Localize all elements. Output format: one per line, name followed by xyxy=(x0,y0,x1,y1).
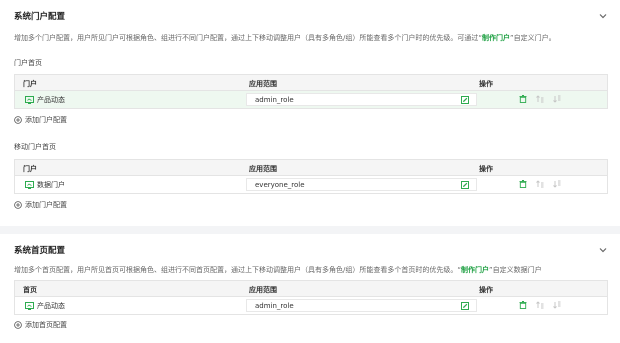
table-header: 门户 应用范围 操作 xyxy=(15,75,607,91)
column-header-scope: 应用范围 xyxy=(249,286,277,294)
row-role: admin_role xyxy=(255,96,294,104)
add-circle-icon xyxy=(14,116,22,124)
column-header-scope: 应用范围 xyxy=(249,165,277,173)
move-up-icon[interactable] xyxy=(536,180,544,188)
portal-icon xyxy=(25,302,34,310)
scope-field[interactable]: admin_role xyxy=(246,299,477,312)
column-header-ops: 操作 xyxy=(479,286,493,294)
portal-icon xyxy=(25,96,34,104)
portal-section-title: 系统门户配置 xyxy=(14,12,66,22)
row-name: 产品动态 xyxy=(37,96,65,104)
move-down-icon[interactable] xyxy=(553,180,561,188)
row-name: 数据门户 xyxy=(37,181,65,189)
column-header-home: 首页 xyxy=(23,286,37,294)
table-row[interactable]: 数据门户 everyone_role xyxy=(15,176,607,193)
mobile-portal-home-label: 移动门户首页 xyxy=(14,143,56,151)
chevron-down-icon[interactable] xyxy=(598,245,608,255)
table-row[interactable]: 产品动态 admin_role xyxy=(15,91,607,108)
row-name: 产品动态 xyxy=(37,302,65,310)
delete-icon[interactable] xyxy=(519,95,527,103)
home-table: 首页 应用范围 操作 产品动态 admin_role xyxy=(14,280,608,315)
delete-icon[interactable] xyxy=(519,301,527,309)
section-divider xyxy=(0,226,620,234)
column-header-scope: 应用范围 xyxy=(249,80,277,88)
portal-icon xyxy=(25,181,34,189)
edit-icon[interactable] xyxy=(461,302,469,310)
delete-icon[interactable] xyxy=(519,180,527,188)
table-header: 门户 应用范围 操作 xyxy=(15,160,607,176)
make-portal-link[interactable]: 制作门户 xyxy=(461,266,489,274)
make-portal-link[interactable]: 制作门户 xyxy=(482,34,510,42)
home-section-title: 系统首页配置 xyxy=(14,246,66,256)
mobile-portal-table: 门户 应用范围 操作 数据门户 everyone_role xyxy=(14,159,608,194)
add-portal-config-button[interactable]: 添加门户配置 xyxy=(14,115,67,125)
move-down-icon[interactable] xyxy=(553,301,561,309)
add-mobile-portal-config-button[interactable]: 添加门户配置 xyxy=(14,200,67,210)
portal-config-section: 系统门户配置 增加多个门户配置，用户所见门户可根据角色、组进行不同门户配置，通过… xyxy=(0,0,620,226)
home-section-description: 增加多个首页配置，用户所见首页可根据角色、组进行不同首页配置，通过上下移动调整用… xyxy=(14,266,542,274)
column-header-portal: 门户 xyxy=(23,165,37,173)
scope-field[interactable]: admin_role xyxy=(246,93,477,106)
scope-field[interactable]: everyone_role xyxy=(246,178,477,191)
table-header: 首页 应用范围 操作 xyxy=(15,281,607,297)
column-header-ops: 操作 xyxy=(479,80,493,88)
home-config-section: 系统首页配置 增加多个首页配置，用户所见首页可根据角色、组进行不同首页配置，通过… xyxy=(0,234,620,343)
edit-icon[interactable] xyxy=(461,181,469,189)
move-up-icon[interactable] xyxy=(536,95,544,103)
add-home-config-button[interactable]: 添加首页配置 xyxy=(14,320,67,330)
table-row[interactable]: 产品动态 admin_role xyxy=(15,297,607,314)
add-circle-icon xyxy=(14,201,22,209)
column-header-portal: 门户 xyxy=(23,80,37,88)
column-header-ops: 操作 xyxy=(479,165,493,173)
move-up-icon[interactable] xyxy=(536,301,544,309)
portal-home-label: 门户首页 xyxy=(14,59,42,67)
portal-home-table: 门户 应用范围 操作 产品动态 admin_role xyxy=(14,74,608,109)
add-circle-icon xyxy=(14,321,22,329)
row-role: everyone_role xyxy=(255,181,305,189)
portal-section-description: 增加多个门户配置，用户所见门户可根据角色、组进行不同门户配置，通过上下移动调整用… xyxy=(14,34,556,42)
move-down-icon[interactable] xyxy=(553,95,561,103)
edit-icon[interactable] xyxy=(461,96,469,104)
row-role: admin_role xyxy=(255,302,294,310)
chevron-down-icon[interactable] xyxy=(598,11,608,21)
